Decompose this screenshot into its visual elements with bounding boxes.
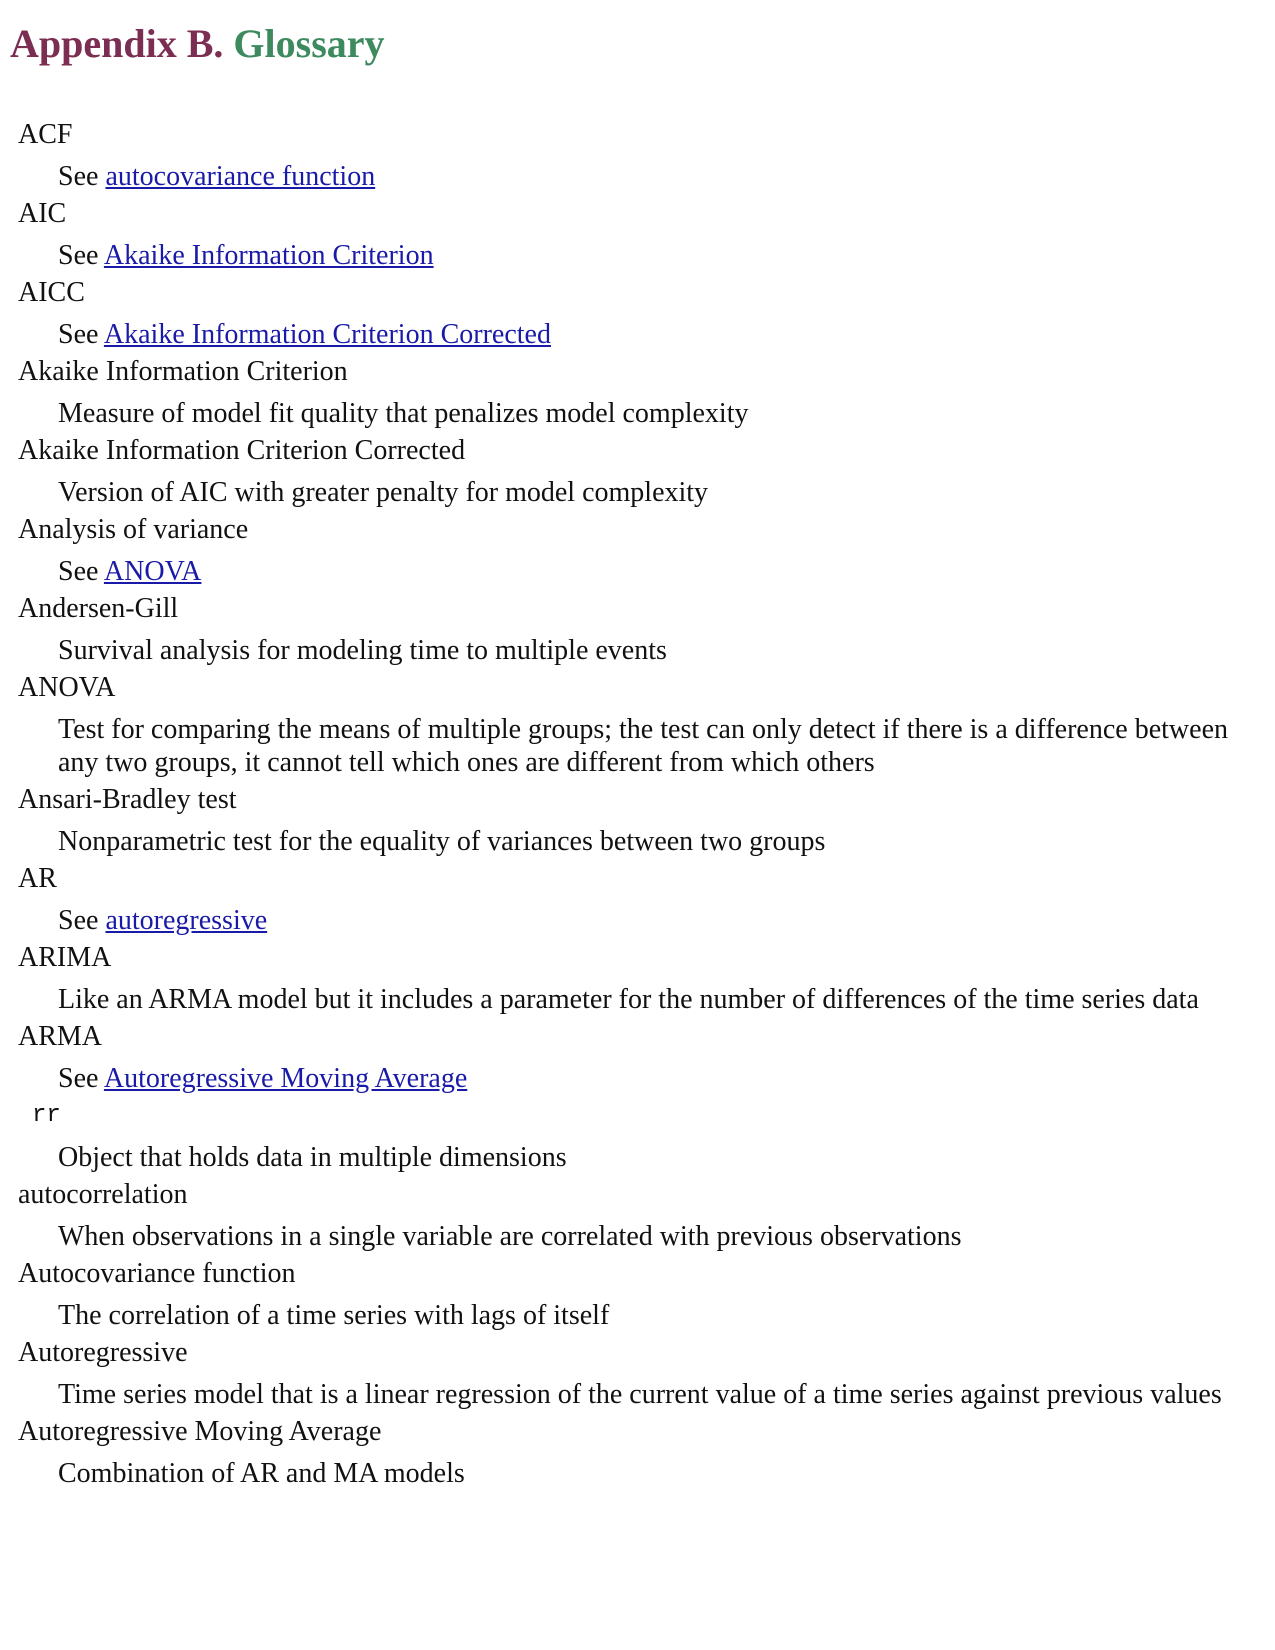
- title-prefix: Appendix B.: [10, 21, 224, 66]
- glossary-term: AIC: [18, 198, 67, 229]
- glossary-term: AR: [18, 863, 57, 894]
- glossary-entry: ARMA See Autoregressive Moving Average: [18, 1020, 1263, 1099]
- glossary-definition: Combination of AR and MA models: [58, 1458, 465, 1489]
- glossary-term: autocorrelation: [18, 1179, 188, 1210]
- glossary-link[interactable]: autoregressive: [105, 905, 267, 936]
- glossary-definition: See ANOVA: [58, 547, 1238, 592]
- glossary-term: Autoregressive Moving Average: [18, 1416, 382, 1447]
- glossary-entry: ANOVA Test for comparing the means of mu…: [18, 671, 1263, 783]
- glossary-term: ANOVA: [18, 672, 116, 703]
- glossary-list: ACF See autocovariance function AIC See …: [18, 118, 1263, 1494]
- glossary-entry: Andersen-Gill Survival analysis for mode…: [18, 592, 1263, 671]
- glossary-term: Akaike Information Criterion Corrected: [18, 435, 466, 466]
- glossary-entry: autocorrelation When observations in a s…: [18, 1178, 1263, 1257]
- glossary-definition: Time series model that is a linear regre…: [58, 1379, 1222, 1410]
- glossary-link[interactable]: ANOVA: [104, 556, 202, 587]
- glossary-definition: Test for comparing the means of multiple…: [58, 714, 1228, 778]
- glossary-definition: See Autoregressive Moving Average: [58, 1054, 1238, 1099]
- see-prefix: See: [58, 240, 99, 271]
- glossary-link[interactable]: Akaike Information Criterion Corrected: [104, 319, 551, 350]
- glossary-entry: Autoregressive Time series model that is…: [18, 1336, 1263, 1415]
- glossary-term: Autocovariance function: [18, 1258, 296, 1289]
- see-prefix: See: [58, 556, 99, 587]
- glossary-link[interactable]: Autoregressive Moving Average: [104, 1063, 467, 1094]
- glossary-entry: Autoregressive Moving Average Combinatio…: [18, 1415, 1263, 1494]
- glossary-term: Analysis of variance: [18, 514, 249, 545]
- glossary-term: AICC: [18, 277, 85, 308]
- glossary-term: ARMA: [18, 1021, 103, 1052]
- glossary-definition: Measure of model fit quality that penali…: [58, 398, 749, 429]
- glossary-definition: See Akaike Information Criterion Correct…: [58, 310, 1238, 355]
- glossary-term-code: rr: [32, 1102, 61, 1129]
- glossary-entry: Akaike Information Criterion Measure of …: [18, 355, 1263, 434]
- glossary-entry: rr Object that holds data in multiple di…: [18, 1099, 1263, 1178]
- glossary-entry: Akaike Information Criterion Corrected V…: [18, 434, 1263, 513]
- glossary-definition: See Akaike Information Criterion: [58, 231, 1238, 276]
- page-title: Appendix B. Glossary: [10, 20, 385, 68]
- glossary-definition: Version of AIC with greater penalty for …: [58, 477, 709, 508]
- see-prefix: See: [58, 905, 99, 936]
- see-prefix: See: [58, 161, 99, 192]
- glossary-term: Akaike Information Criterion: [18, 356, 348, 387]
- see-prefix: See: [58, 319, 99, 350]
- see-prefix: See: [58, 1063, 99, 1094]
- glossary-entry: Ansari-Bradley test Nonparametric test f…: [18, 783, 1263, 862]
- glossary-definition: See autocovariance function: [58, 152, 1238, 197]
- glossary-link[interactable]: Akaike Information Criterion: [104, 240, 434, 271]
- glossary-entry: ARIMA Like an ARMA model but it includes…: [18, 941, 1263, 1020]
- glossary-definition: The correlation of a time series with la…: [58, 1300, 610, 1331]
- glossary-definition: When observations in a single variable a…: [58, 1221, 962, 1252]
- title-name: Glossary: [233, 21, 385, 66]
- glossary-term: Ansari-Bradley test: [18, 784, 237, 815]
- document-page: Appendix B. Glossary ACF See autocovaria…: [0, 0, 1275, 1650]
- glossary-definition: Nonparametric test for the equality of v…: [58, 826, 826, 857]
- glossary-entry: AICC See Akaike Information Criterion Co…: [18, 276, 1263, 355]
- glossary-entry: Analysis of variance See ANOVA: [18, 513, 1263, 592]
- glossary-definition: Survival analysis for modeling time to m…: [58, 635, 667, 666]
- glossary-link[interactable]: autocovariance function: [105, 161, 375, 192]
- glossary-entry: AIC See Akaike Information Criterion: [18, 197, 1263, 276]
- glossary-entry: Autocovariance function The correlation …: [18, 1257, 1263, 1336]
- glossary-term: ARIMA: [18, 942, 112, 973]
- glossary-definition: See autoregressive: [58, 896, 1238, 941]
- glossary-term: ACF: [18, 119, 73, 150]
- glossary-entry: AR See autoregressive: [18, 862, 1263, 941]
- glossary-term: Andersen-Gill: [18, 593, 179, 624]
- glossary-term: Autoregressive: [18, 1337, 188, 1368]
- glossary-definition: Object that holds data in multiple dimen…: [58, 1142, 567, 1173]
- glossary-entry: ACF See autocovariance function: [18, 118, 1263, 197]
- glossary-definition: Like an ARMA model but it includes a par…: [58, 984, 1199, 1015]
